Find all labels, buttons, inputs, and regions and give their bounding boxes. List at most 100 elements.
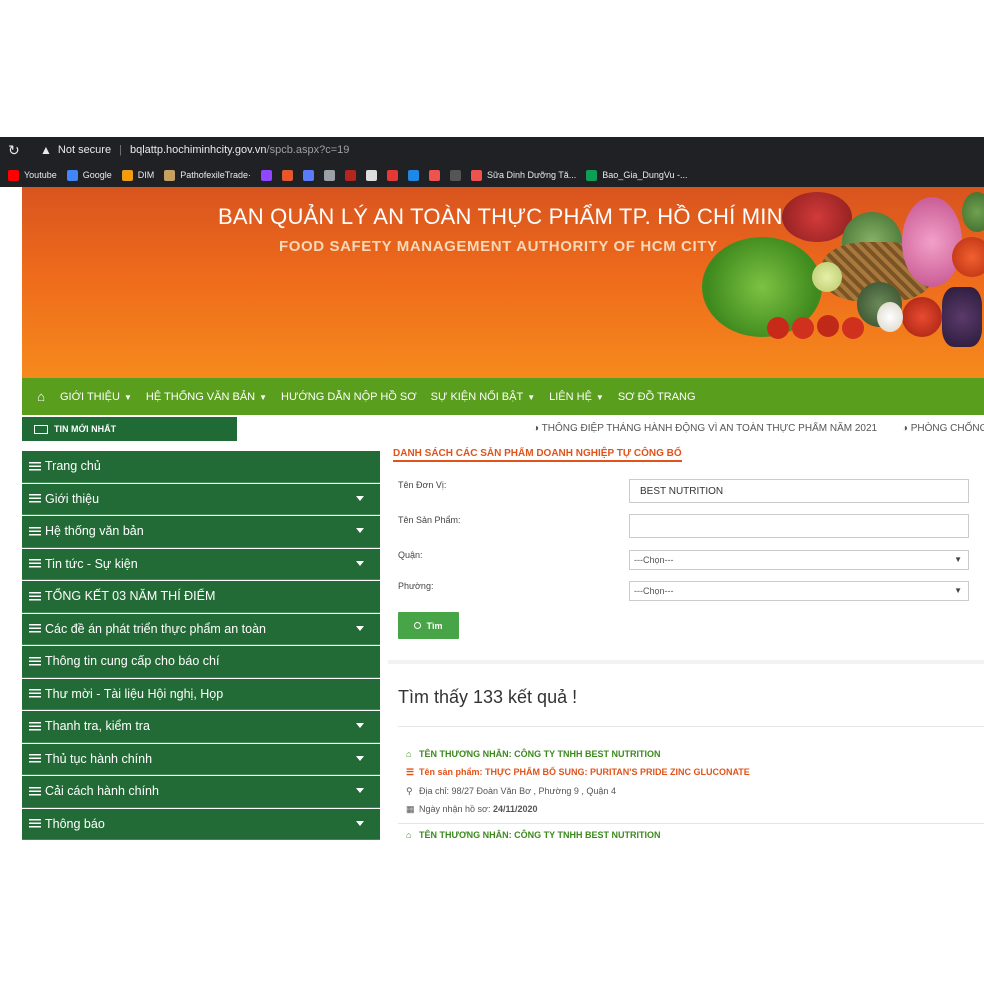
address-bar[interactable]: ↻ ▲ Not secure | bqlattp.hochiminhcity.g… (0, 137, 984, 163)
result-product-text: THỰC PHẨM BỔ SUNG: PURITAN'S PRIDE ZINC … (485, 767, 750, 777)
result-merchant[interactable]: ⌂ TÊN THƯƠNG NHÂN: CÔNG TY TNHH BEST NUTR… (406, 830, 660, 840)
cloud-icon (365, 169, 377, 181)
bookmark-item[interactable] (449, 169, 461, 181)
diamond-icon (121, 169, 133, 181)
bookmark-item[interactable]: Bao_Gia_DungVu -... (586, 169, 688, 181)
bookmark-item[interactable] (281, 169, 293, 181)
nav-item[interactable]: SỰ KIỆN NỔI BẬT ▼ (431, 391, 535, 403)
chevron-down-icon[interactable] (356, 560, 364, 566)
result-merchant[interactable]: ⌂ TÊN THƯƠNG NHÂN: CÔNG TY TNHH BEST NUTR… (406, 749, 660, 759)
screenshot-root: ↻ ▲ Not secure | bqlattp.hochiminhcity.g… (0, 0, 984, 984)
result-product[interactable]: ☰ Tên sản phẩm: THỰC PHẨM BỔ SUNG: PURITA… (406, 767, 750, 778)
poe-icon (164, 169, 176, 181)
bookmark-item[interactable] (260, 169, 272, 181)
nav-item[interactable]: SƠ ĐỒ TRANG (618, 391, 696, 403)
unit-input[interactable]: BEST NUTRITION (629, 479, 969, 503)
bookmark-label: Youtube (24, 170, 57, 180)
browser-chrome: ↻ ▲ Not secure | bqlattp.hochiminhcity.g… (0, 137, 984, 187)
chevron-down-icon[interactable] (356, 820, 364, 826)
result-date-value: 24/11/2020 (492, 804, 538, 814)
warning-icon[interactable]: ▲ (40, 143, 52, 157)
list-icon (29, 786, 41, 796)
bookmark-item[interactable]: DIM (121, 169, 155, 181)
chevron-down-icon[interactable] (356, 788, 364, 793)
district-select[interactable]: ---Chọn--- ▼ (629, 550, 969, 570)
bookmark-item[interactable]: Youtube (8, 169, 57, 181)
sidebar-item[interactable]: Các đề án phát triển thực phẩm an toàn (22, 613, 380, 645)
sidebar-item-label: Giới thiệu (45, 491, 100, 506)
bookmarks-bar: Youtube Google DIM PathofexileTrade· Sữa Din… (0, 163, 984, 187)
h-icon (407, 169, 419, 181)
chevron-down-icon: ▼ (954, 586, 962, 595)
sidebar-item[interactable]: Tin tức - Sự kiện (22, 548, 380, 580)
home-icon[interactable]: ⌂ (22, 389, 60, 404)
result-merchant-text: TÊN THƯƠNG NHÂN: CÔNG TY TNHH BEST NUTRI… (419, 749, 661, 759)
sidebar-item[interactable]: Thông tin cung cấp cho báo chí (22, 646, 380, 678)
google-icon (66, 169, 78, 181)
youtube-icon (8, 169, 19, 181)
unit-label: Tên Đơn Vị: (398, 480, 447, 490)
list-icon (29, 656, 41, 666)
sidebar-item[interactable]: Giới thiệu (22, 483, 380, 515)
sidebar-item[interactable]: Thông báo (22, 808, 380, 840)
sidebar-item[interactable]: Trang chủ (22, 451, 380, 483)
sidebar-item[interactable]: Hệ thống văn bản (22, 516, 380, 548)
sidebar-item-label: Tin tức - Sự kiện (45, 556, 138, 571)
sidebar-item[interactable]: Thư mời - Tài liệu Hội nghị, Họp (22, 678, 380, 710)
chevron-down-icon[interactable] (356, 723, 364, 728)
bookmark-label: DIM (137, 170, 155, 180)
search-button-label: Tìm (426, 620, 443, 631)
chevron-down-icon[interactable] (356, 755, 364, 761)
reload-icon[interactable]: ↻ (8, 142, 26, 159)
result-date: ▦ Ngày nhận hồ sơ: 24/11/2020 (406, 804, 538, 815)
nav-item[interactable]: HƯỚNG DẪN NỘP HỒ SƠ (281, 391, 417, 403)
nav-item[interactable]: GIỚI THIỆU ▼ (60, 391, 132, 403)
nav-item[interactable]: LIÊN HỆ ▼ (549, 391, 604, 403)
nav-item[interactable]: HỆ THỐNG VĂN BẢN ▼ (146, 391, 267, 403)
bookmark-item[interactable] (344, 169, 356, 181)
bookmark-item[interactable]: Sữa Dinh Dưỡng Tă... (470, 169, 576, 181)
twitch-icon (260, 169, 272, 181)
district-label: Quận: (398, 550, 423, 560)
sidebar-item-label: Thủ tục hành chính (45, 751, 153, 766)
result-address-text: Địa chỉ: 98/27 Đoàn Văn Bơ , Phường 9 , … (419, 786, 616, 796)
sidebar-item-label: Các đề án phát triển thực phẩm an toàn (45, 621, 267, 636)
home-icon: ⌂ (406, 749, 412, 759)
sidebar-item-label: Hệ thống văn bản (45, 524, 144, 539)
chevron-down-icon[interactable] (356, 495, 364, 501)
bookmark-item[interactable] (323, 169, 335, 181)
bookmark-item[interactable]: PathofexileTrade· (164, 169, 251, 181)
ward-select-value: ---Chọn--- (634, 586, 674, 596)
list-icon: ☰ (406, 767, 415, 777)
product-input[interactable] (629, 514, 969, 538)
bookmark-item[interactable] (302, 169, 314, 181)
security-label[interactable]: Not secure (58, 144, 111, 156)
sidebar-item-label: Cải cách hành chính (45, 784, 159, 799)
search-button[interactable]: Tìm (398, 612, 459, 639)
bookmark-item[interactable]: Google (66, 169, 112, 181)
sidebar-item[interactable]: Cải cách hành chính (22, 776, 380, 808)
bookmark-item[interactable] (428, 169, 440, 181)
chevron-down-icon[interactable] (356, 625, 364, 631)
e-icon (344, 169, 356, 181)
url-host[interactable]: bqlattp.hochiminhcity.gov.vn (130, 144, 267, 156)
sidebar-item[interactable]: TỔNG KẾT 03 NĂM THÍ ĐIỂM (22, 581, 380, 613)
url-path[interactable]: /spcb.aspx?c=19 (267, 144, 350, 156)
bookmark-item[interactable] (386, 169, 398, 181)
list-icon (29, 754, 41, 764)
bookmark-item[interactable] (365, 169, 377, 181)
sidebar-item[interactable]: Thanh tra, kiểm tra (22, 711, 380, 743)
ticker-item[interactable]: ◑ PHÒNG CHỐNG NGỘ Đ (902, 423, 984, 434)
sidebar-item[interactable]: Thủ tục hành chính (22, 743, 380, 775)
ticker-item[interactable]: ◑ THÔNG ĐIỆP THÁNG HÀNH ĐỘNG VÌ AN TOÀN … (533, 423, 877, 434)
c-icon (323, 169, 335, 181)
bag-icon (428, 169, 440, 181)
banner-title-vi: BAN QUẢN LÝ AN TOÀN THỰC PHẨM TP. HỒ CHÍ… (218, 204, 799, 229)
bookmark-item[interactable] (407, 169, 419, 181)
sidebar-item-label: Trang chủ (45, 459, 101, 474)
chevron-down-icon[interactable] (356, 528, 364, 533)
red-circle-icon (386, 169, 398, 181)
ward-select[interactable]: ---Chọn--- ▼ (629, 581, 969, 601)
calendar-icon: ▦ (406, 804, 415, 814)
result-divider (398, 823, 984, 824)
